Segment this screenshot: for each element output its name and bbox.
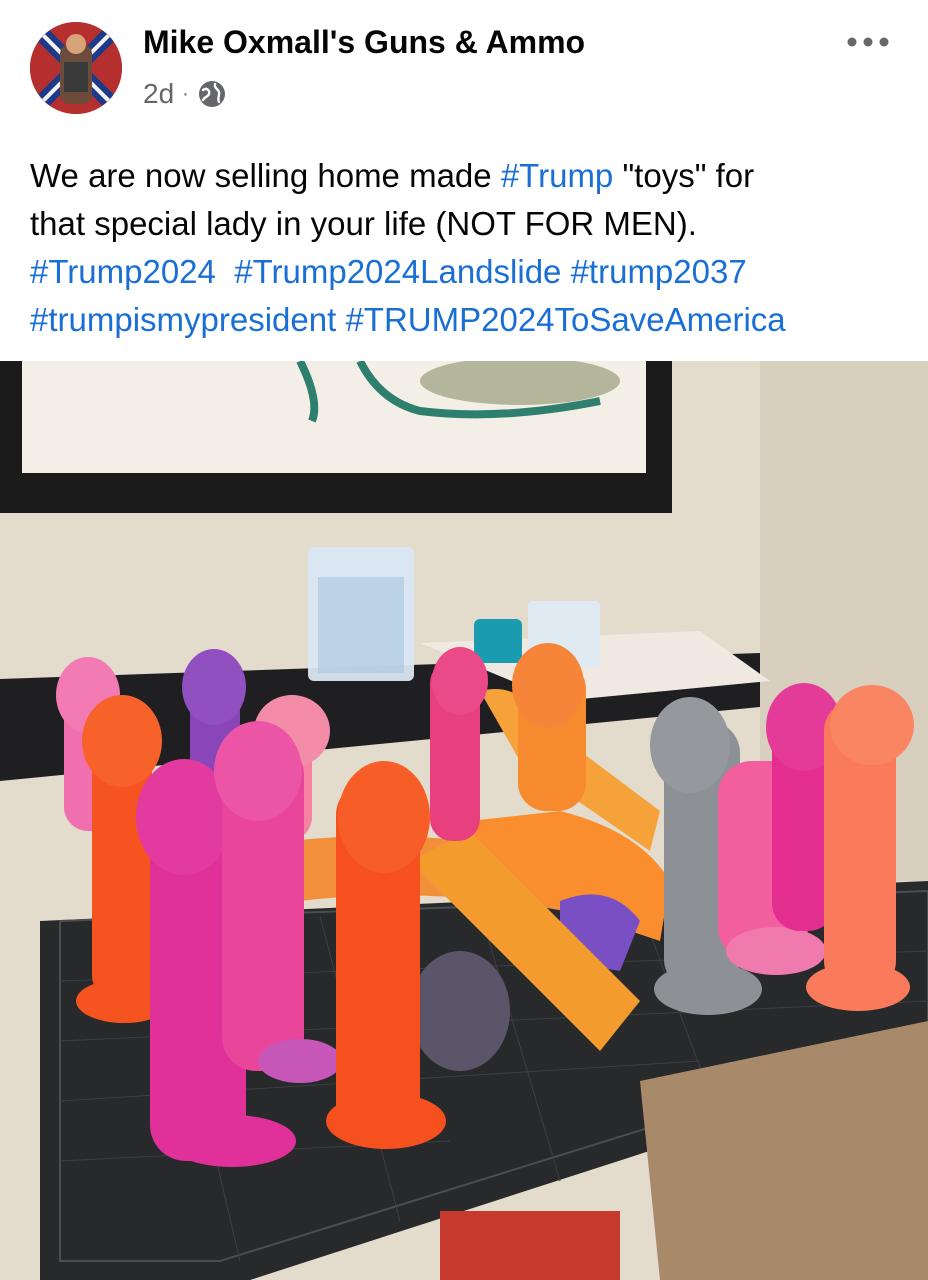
post-meta: 2d · [143,76,227,112]
caption-line-3: #Trump2024 #Trump2024Landslide #trump203… [30,248,910,296]
caption-line-1: We are now selling home made #Trump "toy… [30,152,910,200]
post-time[interactable]: 2d [143,78,174,110]
post-caption: We are now selling home made #Trump "toy… [30,152,910,344]
globe-icon [197,79,227,109]
meta-separator: · [182,82,189,105]
author-name[interactable]: Mike Oxmall's Guns & Ammo [143,24,585,61]
more-options-icon[interactable] [840,24,896,60]
hashtag-link[interactable]: #trump2037 [571,253,747,290]
hashtag-link[interactable]: #Trump2024 [30,253,216,290]
hashtag-link[interactable]: #Trump [501,157,613,194]
avatar[interactable] [30,22,122,114]
hashtag-link[interactable]: #TRUMP2024ToSaveAmerica [345,301,785,338]
caption-text-1: We are now selling home made [30,157,501,194]
caption-text-1b: "toys" for [613,157,755,194]
post-photo[interactable] [0,361,928,1280]
caption-line-2: that special lady in your life (NOT FOR … [30,205,697,242]
facebook-post: Mike Oxmall's Guns & Ammo 2d · We are no… [0,0,928,1280]
hashtag-link[interactable]: #trumpismypresident [30,301,336,338]
post-header: Mike Oxmall's Guns & Ammo 2d · [0,0,928,140]
hashtag-link[interactable]: #Trump2024Landslide [234,253,561,290]
caption-line-4: #trumpismypresident #TRUMP2024ToSaveAmer… [30,296,910,344]
